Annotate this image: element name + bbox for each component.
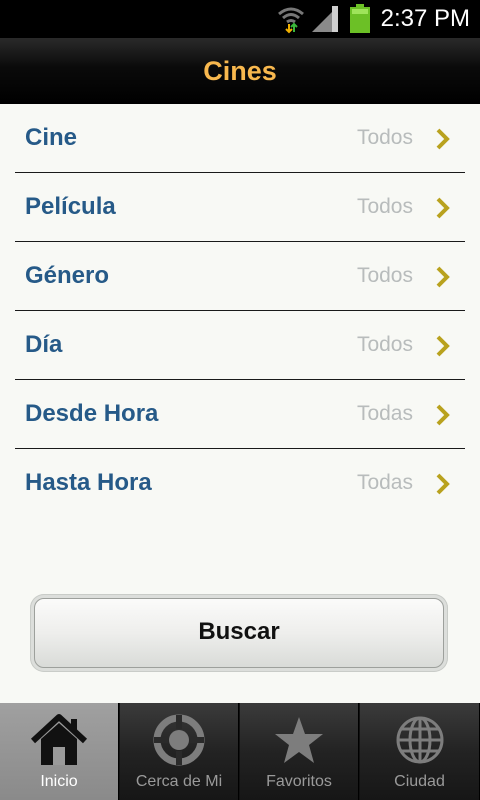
chevron-right-icon — [436, 404, 450, 426]
filter-list: Cine Todos Película Todos Género Todos D… — [15, 104, 465, 517]
filter-label: Género — [25, 262, 110, 289]
tab-ciudad[interactable]: Ciudad — [360, 703, 480, 800]
filter-row-hasta-hora[interactable]: Hasta Hora Todas — [15, 449, 465, 517]
chevron-right-icon — [436, 266, 450, 288]
filter-value: Todas — [356, 471, 413, 494]
tab-cerca-de-mi[interactable]: Cerca de Mi — [120, 703, 239, 800]
crosshair-icon — [153, 714, 205, 766]
status-bar: 2:37 PM — [0, 0, 480, 38]
filter-row-genero[interactable]: Género Todos — [15, 242, 465, 311]
battery-icon — [350, 4, 370, 33]
filter-value: Todas — [356, 402, 413, 425]
tab-label: Ciudad — [394, 773, 445, 790]
home-icon — [30, 714, 88, 765]
chevron-right-icon — [436, 473, 450, 495]
bottom-tab-bar: Inicio Cerca de Mi Favoritos Ciudad — [0, 703, 480, 800]
tab-label: Favoritos — [266, 773, 332, 790]
filter-value: Todos — [356, 264, 413, 287]
filter-row-desde-hora[interactable]: Desde Hora Todas — [15, 380, 465, 449]
filter-row-pelicula[interactable]: Película Todos — [15, 173, 465, 242]
chevron-right-icon — [436, 197, 450, 219]
chevron-right-icon — [436, 128, 450, 150]
filter-label: Desde Hora — [25, 400, 159, 427]
filter-label: Hasta Hora — [25, 469, 152, 496]
tab-favoritos[interactable]: Favoritos — [240, 703, 359, 800]
filter-label: Película — [25, 193, 116, 220]
filter-value: Todos — [356, 126, 413, 149]
search-button-label: Buscar — [198, 618, 280, 645]
tab-label: Inicio — [40, 773, 78, 790]
signal-icon — [312, 6, 338, 32]
search-button-frame: Buscar — [30, 594, 448, 672]
filter-label: Día — [25, 331, 63, 358]
page-title: Cines — [203, 56, 277, 86]
title-bar: Cines — [0, 38, 480, 104]
filter-value: Todos — [356, 195, 413, 218]
chevron-right-icon — [436, 335, 450, 357]
star-icon — [275, 717, 323, 763]
filter-row-dia[interactable]: Día Todos — [15, 311, 465, 380]
filter-row-cine[interactable]: Cine Todos — [15, 104, 465, 173]
wifi-icon — [278, 7, 304, 34]
tab-inicio[interactable]: Inicio — [0, 703, 119, 800]
globe-icon — [396, 716, 443, 764]
filter-label: Cine — [25, 124, 78, 151]
search-button[interactable]: Buscar — [34, 598, 444, 668]
filter-value: Todos — [356, 333, 413, 356]
tab-label: Cerca de Mi — [135, 773, 223, 790]
status-time: 2:37 PM — [380, 5, 470, 32]
